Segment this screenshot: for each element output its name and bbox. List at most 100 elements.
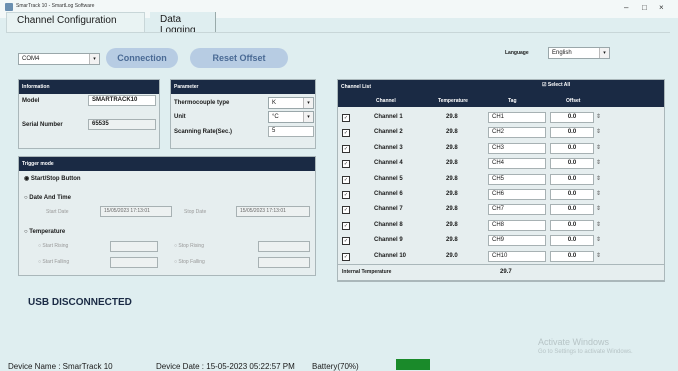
model-field: SMARTRACK10 [88,95,156,106]
thermocouple-select[interactable]: K ▾ [268,97,314,109]
channel-name: Channel 4 [374,160,403,167]
channel-tag-input[interactable]: CH1 [488,112,546,123]
offset-spinner-icon[interactable]: ⇕ [596,236,601,243]
channel-offset-input[interactable]: 0.0 [550,127,594,139]
channel-enable-checkbox[interactable]: ✓ [342,114,350,122]
channel-offset-input[interactable]: 0.0 [550,158,594,170]
tab-data-logging[interactable]: Data Logging [150,12,216,36]
serial-label: Serial Number [22,122,63,128]
offset-spinner-icon[interactable]: ⇕ [596,128,601,135]
channel-enable-checkbox[interactable]: ✓ [342,252,350,261]
select-all-checkbox[interactable]: ☑ Select All [542,82,570,88]
radio-icon: ○ [24,195,28,201]
column-temperature: Temperature [438,98,468,104]
parameter-header: Parameter [171,80,315,94]
channel-tag-input[interactable]: CH9 [488,235,546,247]
stop-falling-label: Stop Falling [178,259,205,265]
channel-tag-input[interactable]: CH4 [488,158,546,170]
language-select[interactable]: English ▾ [548,47,610,59]
channel-offset-input[interactable]: 0.0 [550,204,594,216]
offset-spinner-icon[interactable]: ⇕ [596,113,601,120]
channel-enable-checkbox[interactable]: ✓ [342,237,350,246]
start-falling-input[interactable] [110,257,158,268]
start-date-picker[interactable]: 15/05/2023 17:13:01 [100,206,172,217]
channel-tag-input[interactable]: CH2 [488,127,546,139]
channel-temperature: 29.8 [446,129,458,136]
chevron-down-icon: ▾ [599,48,609,58]
channel-offset-input[interactable]: 0.0 [550,235,594,247]
channel-offset-input[interactable]: 0.0 [550,219,594,231]
channel-tag-input[interactable]: CH3 [488,142,546,154]
channel-tag-input[interactable]: CH5 [488,173,546,185]
port-select[interactable]: COM4 ▾ [18,53,100,65]
channel-tag-input[interactable]: CH10 [488,250,546,262]
date-time-label: Date And Time [29,195,71,201]
chevron-down-icon: ▾ [303,112,313,122]
connection-button[interactable]: Connection [106,48,178,68]
channel-tag-input[interactable]: CH7 [488,204,546,216]
offset-spinner-icon[interactable]: ⇕ [596,252,601,259]
offset-spinner-icon[interactable]: ⇕ [596,175,601,182]
reset-offset-button[interactable]: Reset Offset [190,48,288,68]
channel-offset-input[interactable]: 0.0 [550,189,594,200]
channel-name: Channel 5 [374,175,403,182]
channel-offset-input[interactable]: 0.0 [550,250,594,262]
information-panel: Information [18,79,160,149]
channel-name: Channel 6 [374,191,403,197]
tab-channel-configuration[interactable]: Channel Configuration [6,12,145,33]
stop-falling-radio[interactable]: ○ Stop Falling [174,259,205,265]
stop-date-picker[interactable]: 15/05/2023 17:13:01 [236,206,310,217]
channel-temperature: 29.8 [446,114,458,120]
channel-list-title: Channel List [341,84,372,90]
channel-name: Channel 2 [374,129,403,136]
model-label: Model [22,98,40,104]
stop-rising-input[interactable] [258,241,310,252]
minimize-button[interactable]: – [624,3,628,12]
activation-watermark-title: Activate Windows [538,337,610,347]
scanning-rate-input[interactable]: 5 [268,126,314,137]
stop-date-label: Stop Date [184,209,207,215]
date-time-radio[interactable]: ○ Date And Time [24,195,71,201]
channel-offset-input[interactable]: 0.0 [550,112,594,123]
channel-offset-input[interactable]: 0.0 [550,142,594,154]
stop-falling-input[interactable] [258,257,310,268]
stop-rising-label: Stop Rising [178,243,204,249]
channel-temperature: 29.8 [446,175,458,182]
unit-value: °C [272,114,279,120]
chevron-down-icon: ▾ [303,98,313,108]
channel-tag-input[interactable]: CH8 [488,219,546,231]
offset-spinner-icon[interactable]: ⇕ [596,159,601,166]
unit-select[interactable]: °C ▾ [268,111,314,123]
maximize-button[interactable]: □ [642,3,647,12]
channel-tag-input[interactable]: CH6 [488,189,546,200]
channel-enable-checkbox[interactable]: ✓ [342,175,350,184]
offset-spinner-icon[interactable]: ⇕ [596,221,601,228]
channel-offset-input[interactable]: 0.0 [550,173,594,185]
thermocouple-value: K [272,100,277,106]
offset-spinner-icon[interactable]: ⇕ [596,190,601,197]
channel-enable-checkbox[interactable]: ✓ [342,160,350,169]
start-stop-radio[interactable]: ◉ Start/Stop Button [24,175,81,182]
offset-spinner-icon[interactable]: ⇕ [596,144,601,151]
channel-enable-checkbox[interactable]: ✓ [342,144,350,153]
close-button[interactable]: × [659,3,664,12]
channel-enable-checkbox[interactable]: ✓ [342,129,350,138]
temperature-radio[interactable]: ○ Temperature [24,229,65,235]
stop-rising-radio[interactable]: ○ Stop Rising [174,243,204,249]
start-rising-input[interactable] [110,241,158,252]
channel-temperature: 29.8 [446,191,458,197]
scanning-rate-label: Scanning Rate(Sec.) [174,129,233,135]
offset-spinner-icon[interactable]: ⇕ [596,205,601,212]
window-title: SmarTrack 10 - SmartLog Software [16,3,95,9]
app-icon [5,3,13,11]
channel-enable-checkbox[interactable]: ✓ [342,221,350,230]
start-falling-radio[interactable]: ○ Start Falling [38,259,69,265]
language-label: Language [505,50,529,56]
channel-list-header: Channel List [338,80,664,95]
channel-enable-checkbox[interactable]: ✓ [342,191,350,199]
start-rising-label: Start Rising [42,243,69,249]
channel-enable-checkbox[interactable]: ✓ [342,206,350,215]
start-stop-label: Start/Stop Button [30,176,81,182]
channel-temperature: 29.8 [446,160,458,167]
start-rising-radio[interactable]: ○ Start Rising [38,243,68,249]
